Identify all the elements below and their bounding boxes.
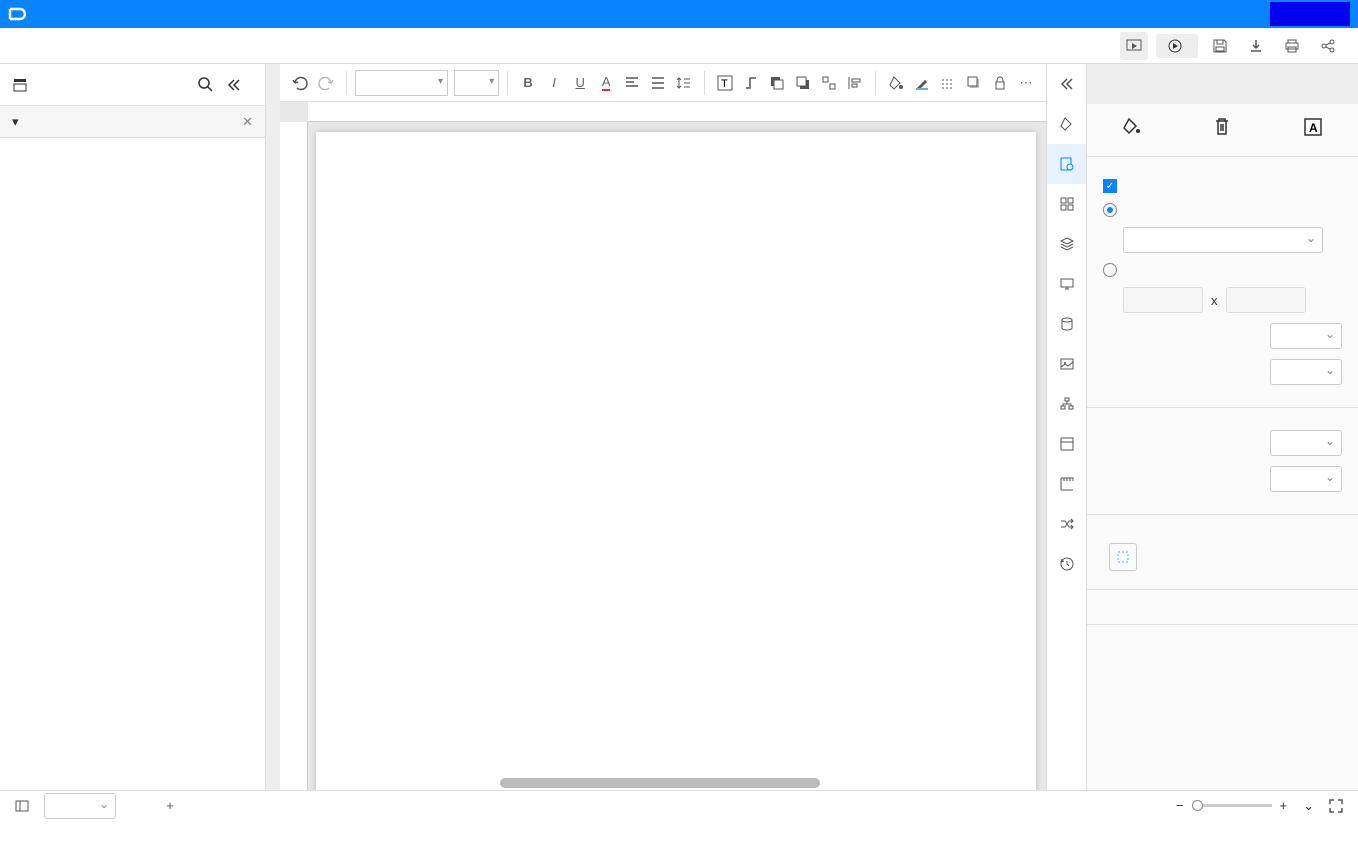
horizontal-scrollbar[interactable] [500, 778, 820, 788]
height-input[interactable] [1226, 287, 1306, 313]
page-select[interactable] [44, 793, 116, 819]
window-controls[interactable] [1270, 2, 1350, 26]
bold-icon[interactable]: B [516, 68, 540, 98]
back-icon[interactable] [791, 68, 815, 98]
stroke-icon[interactable] [910, 68, 934, 98]
align-v-icon[interactable] [646, 68, 670, 98]
underline-icon[interactable]: U [568, 68, 592, 98]
front-icon[interactable] [765, 68, 789, 98]
fit-to-drawing-button[interactable] [1103, 537, 1342, 577]
fullscreen-icon[interactable] [1322, 792, 1350, 820]
canvas[interactable]: B I U A T ⋯ [280, 64, 1046, 790]
zoom-slider[interactable] [1192, 804, 1272, 807]
text-tool-icon[interactable]: T [713, 68, 737, 98]
properties-panel: A ✓ x [1086, 64, 1358, 790]
background-tool[interactable] [1121, 116, 1143, 144]
page-number-position-select[interactable] [1270, 466, 1342, 492]
svg-text:A: A [1309, 121, 1318, 135]
font-size-select[interactable] [454, 70, 499, 96]
theme-icon[interactable] [1047, 104, 1086, 144]
connector-icon[interactable] [739, 68, 763, 98]
share-icon[interactable] [1314, 32, 1342, 60]
library-icon [12, 77, 28, 93]
font-family-select[interactable] [355, 70, 448, 96]
shuffle-icon[interactable] [1047, 504, 1086, 544]
page-canvas[interactable] [316, 132, 1036, 790]
ruler-horizontal [308, 102, 1046, 122]
symbol-grid [0, 138, 265, 790]
shadow-icon[interactable] [962, 68, 986, 98]
page-size-select[interactable] [1123, 227, 1323, 253]
italic-icon[interactable]: I [542, 68, 566, 98]
unit-select[interactable] [1270, 359, 1342, 385]
window-view-icon[interactable] [1047, 424, 1086, 464]
layers-icon[interactable] [1047, 224, 1086, 264]
page-settings-icon[interactable] [1047, 144, 1086, 184]
width-input[interactable] [1123, 287, 1203, 313]
slideshow-icon[interactable] [1120, 32, 1148, 60]
save-icon[interactable] [1206, 32, 1234, 60]
zoom-in-icon[interactable]: + [1280, 798, 1288, 813]
fill-icon[interactable] [884, 68, 908, 98]
right-tool-strip [1046, 64, 1086, 790]
remove-background-tool[interactable] [1211, 116, 1233, 144]
genogram-diagram [316, 132, 1036, 790]
close-category-icon[interactable]: ✕ [242, 114, 253, 130]
expand-icon[interactable] [1047, 64, 1086, 104]
page-number-style-select[interactable] [1270, 430, 1342, 456]
menubar [0, 28, 1358, 64]
statusbar: + − + ⌄ [0, 790, 1358, 820]
more-icon[interactable]: ⋯ [1014, 68, 1038, 98]
align-objects-icon[interactable] [843, 68, 867, 98]
vertical-scrollbar[interactable] [266, 64, 280, 790]
ruler-vertical [280, 122, 308, 790]
search-icon[interactable] [197, 71, 225, 99]
svg-text:T: T [721, 78, 728, 90]
add-page-icon[interactable]: + [156, 792, 184, 820]
group-icon[interactable] [817, 68, 841, 98]
watermark-tool[interactable]: A [1302, 116, 1324, 144]
page-tab[interactable] [136, 802, 156, 810]
auto-size-checkbox[interactable]: ✓ [1103, 179, 1342, 193]
library-header [0, 64, 265, 106]
lock-icon[interactable] [988, 68, 1012, 98]
history-icon[interactable] [1047, 544, 1086, 584]
present-button[interactable] [1156, 34, 1198, 58]
zoom-out-icon[interactable]: − [1176, 798, 1184, 813]
line-style-icon[interactable] [936, 68, 960, 98]
print-icon[interactable] [1278, 32, 1306, 60]
align-h-icon[interactable] [620, 68, 644, 98]
undo-icon[interactable] [288, 68, 312, 98]
page-panel-icon[interactable] [8, 792, 36, 820]
image-icon[interactable] [1047, 344, 1086, 384]
symbol-library-sidebar: ▾ ✕ [0, 64, 266, 790]
data-icon[interactable] [1047, 304, 1086, 344]
category-header[interactable]: ▾ ✕ [0, 106, 265, 138]
collapse-icon[interactable] [225, 71, 253, 99]
app-logo-icon [8, 5, 26, 23]
line-spacing-icon[interactable] [672, 68, 696, 98]
download-icon[interactable] [1242, 32, 1270, 60]
text-color-icon[interactable]: A [594, 68, 618, 98]
redo-icon[interactable] [314, 68, 338, 98]
formatting-toolbar: B I U A T ⋯ [280, 64, 1046, 102]
custom-radio[interactable] [1103, 263, 1342, 277]
titlebar [0, 0, 1358, 28]
layout-grid-icon[interactable] [1047, 184, 1086, 224]
hierarchy-icon[interactable] [1047, 384, 1086, 424]
ruler-guides-icon[interactable] [1047, 464, 1086, 504]
predefined-radio[interactable] [1103, 203, 1342, 217]
presentation-icon[interactable] [1047, 264, 1086, 304]
panel-title [1087, 64, 1358, 104]
orientation-select[interactable] [1270, 323, 1342, 349]
